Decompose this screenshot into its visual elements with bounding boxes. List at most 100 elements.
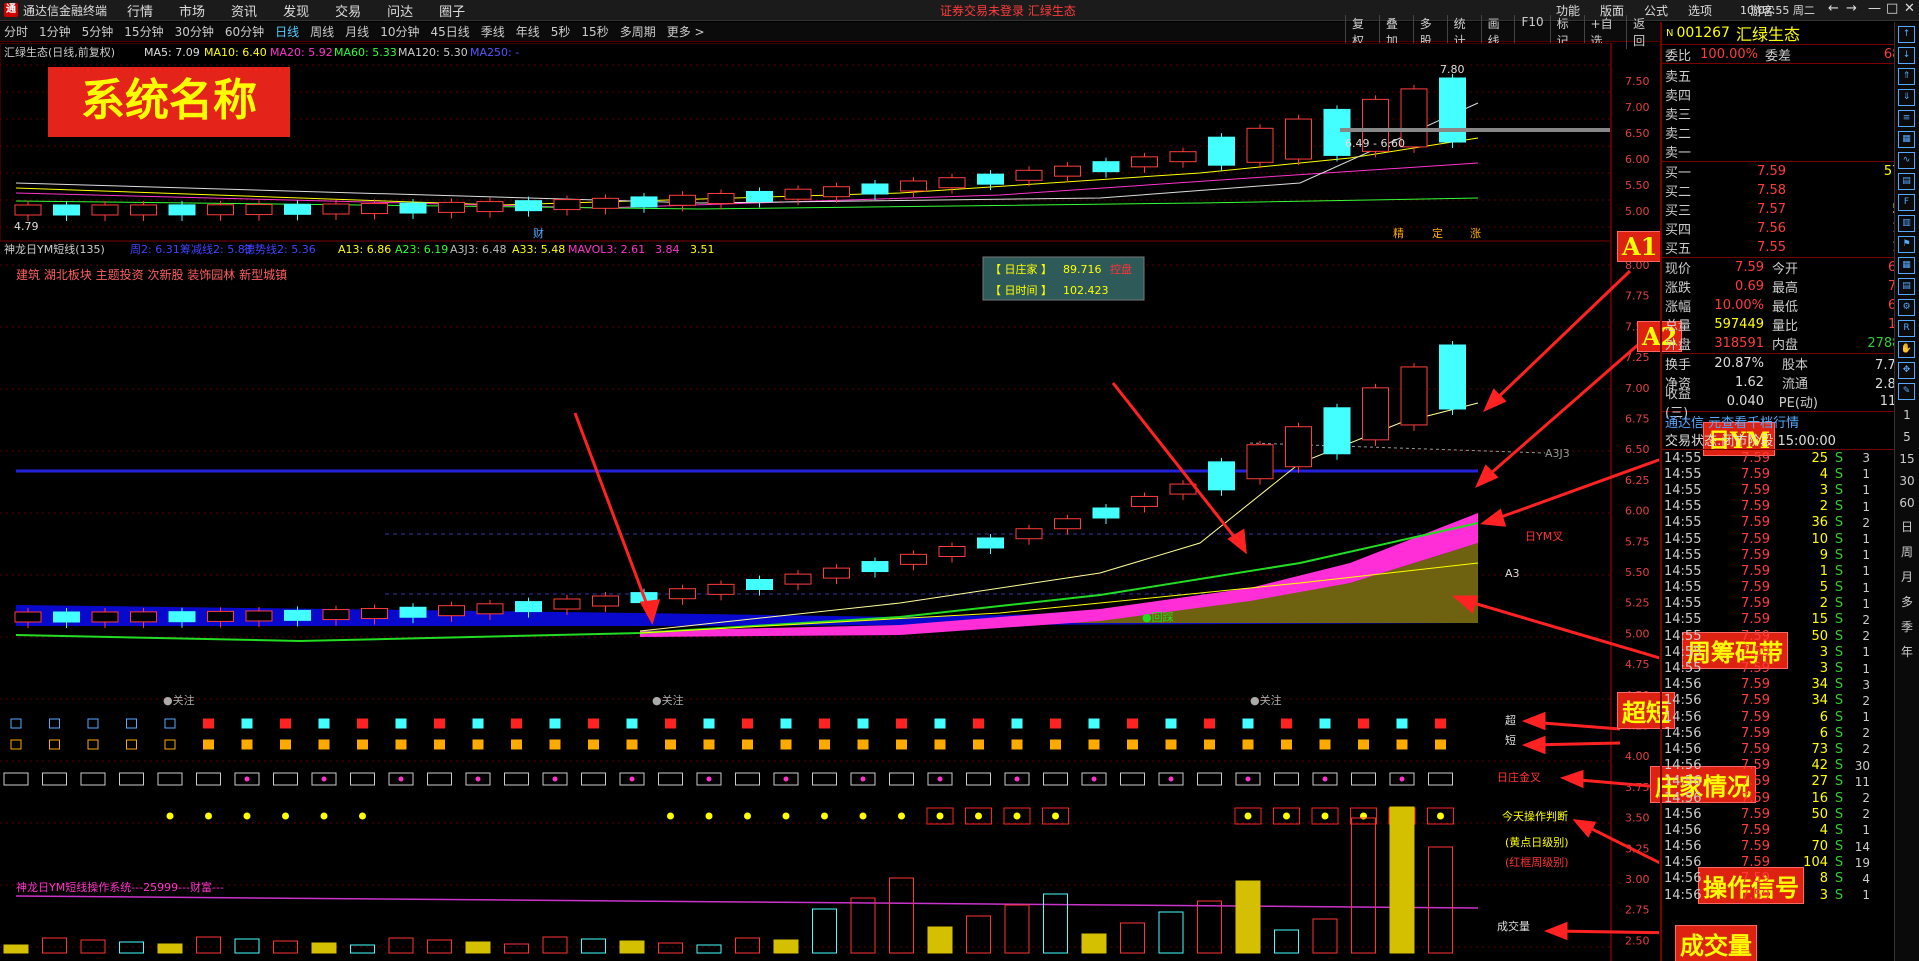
period-shortcut[interactable]: 多 bbox=[1895, 593, 1919, 610]
up-icon[interactable]: ↑ bbox=[1898, 26, 1915, 43]
y-tick-label: 5.50 bbox=[1625, 179, 1650, 192]
stock-name[interactable]: 汇绿生态 bbox=[1736, 21, 1800, 45]
chao-signal bbox=[1242, 718, 1254, 729]
f10-icon[interactable]: F bbox=[1898, 194, 1915, 211]
pen-icon[interactable]: ✎ bbox=[1898, 383, 1915, 400]
menu-market[interactable]: 市场 bbox=[179, 1, 205, 20]
gear-icon[interactable]: ⚙ bbox=[1898, 299, 1915, 316]
down2-icon[interactable]: ⇓ bbox=[1898, 89, 1915, 106]
move-icon[interactable]: ✥ bbox=[1898, 362, 1915, 379]
maximize-icon[interactable]: □ bbox=[1886, 1, 1898, 16]
period-multi[interactable]: 多周期 bbox=[620, 23, 656, 40]
tick-count: 2 bbox=[1862, 693, 1870, 708]
period-60min[interactable]: 60分钟 bbox=[225, 23, 264, 40]
hand-icon[interactable]: ✋ bbox=[1898, 341, 1915, 358]
ind-val-deshi: 德势线2: 5.36 bbox=[244, 242, 316, 256]
tick-time: 14:56 bbox=[1664, 758, 1702, 774]
duan-label: 短 bbox=[1505, 733, 1516, 747]
duan-signal bbox=[1281, 739, 1292, 750]
period-more[interactable]: 更多 > bbox=[667, 23, 705, 40]
line-icon[interactable]: ∿ bbox=[1898, 152, 1915, 169]
period-day[interactable]: 日线 bbox=[275, 23, 299, 40]
period-fenshi[interactable]: 分时 bbox=[4, 23, 28, 40]
promo-link[interactable]: 通达信 元查看千档行情 bbox=[1662, 411, 1919, 431]
duan-signal bbox=[1319, 739, 1331, 750]
chart-icon[interactable]: ▤ bbox=[1898, 173, 1915, 190]
volume-bar bbox=[1274, 929, 1299, 954]
table-icon[interactable]: ▦ bbox=[1898, 257, 1915, 274]
duan-signal bbox=[472, 739, 484, 750]
tick-row: 14:55 7.59 1 S 1 bbox=[1662, 563, 1919, 579]
period-45day[interactable]: 45日线 bbox=[430, 23, 469, 40]
tick-row: 14:56 7.59 73 S 2 bbox=[1662, 741, 1919, 757]
period-shortcut[interactable]: 年 bbox=[1895, 643, 1919, 660]
period-shortcut[interactable]: 30 bbox=[1895, 474, 1919, 488]
period-shortcut[interactable]: 季 bbox=[1895, 618, 1919, 635]
tick-row: 14:55 7.59 5 S 1 bbox=[1662, 580, 1919, 596]
period-shortcut[interactable]: 5 bbox=[1895, 430, 1919, 444]
period-shortcut[interactable]: 15 bbox=[1895, 452, 1919, 466]
volume-bar bbox=[1235, 880, 1261, 954]
period-shortcut[interactable]: 60 bbox=[1895, 496, 1919, 510]
tick-price: 7.59 bbox=[1741, 822, 1770, 838]
period-month[interactable]: 月线 bbox=[345, 23, 369, 40]
menu-options[interactable]: 选项 bbox=[1688, 2, 1712, 19]
login-notice[interactable]: 证券交易未登录 汇绿生态 bbox=[940, 2, 1076, 19]
tick-count: 30 bbox=[1854, 758, 1870, 773]
period-15min[interactable]: 15分钟 bbox=[124, 23, 163, 40]
stat-value: 7.59 bbox=[1735, 260, 1764, 275]
period-1min[interactable]: 1分钟 bbox=[39, 23, 71, 40]
period-shortcut[interactable]: 周 bbox=[1895, 543, 1919, 560]
period-week[interactable]: 周线 bbox=[310, 23, 334, 40]
volume-bar bbox=[504, 943, 529, 954]
menu-circle[interactable]: 圈子 bbox=[439, 1, 465, 20]
period-5s[interactable]: 5秒 bbox=[551, 23, 571, 40]
duan-signal bbox=[1127, 739, 1138, 750]
candle-body bbox=[592, 595, 619, 607]
menu-quotes[interactable]: 行情 bbox=[127, 1, 153, 20]
minimize-icon[interactable]: — bbox=[1868, 1, 1881, 16]
menu-trade[interactable]: 交易 bbox=[335, 1, 361, 20]
list-icon[interactable]: ≡ bbox=[1898, 110, 1915, 127]
menu-news[interactable]: 资讯 bbox=[231, 1, 257, 20]
rsi-icon[interactable]: R bbox=[1898, 320, 1915, 337]
period-15s[interactable]: 15秒 bbox=[581, 23, 608, 40]
duan-signal bbox=[1396, 739, 1408, 750]
duan-signal bbox=[973, 739, 984, 750]
zhuang-box bbox=[350, 772, 375, 786]
tick-side: S bbox=[1834, 515, 1844, 531]
tick-price: 7.59 bbox=[1741, 499, 1770, 515]
menu-ask[interactable]: 问达 bbox=[387, 1, 413, 20]
period-10min[interactable]: 10分钟 bbox=[380, 23, 419, 40]
buy-label: 买三 bbox=[1665, 204, 1692, 219]
back-arrow-icon[interactable]: ← bbox=[1828, 1, 1839, 16]
period-bar: 分时 1分钟 5分钟 15分钟 30分钟 60分钟 日线 周线 月线 10分钟 … bbox=[0, 14, 1660, 49]
sheet-icon[interactable]: ▤ bbox=[1898, 278, 1915, 295]
down-icon[interactable]: ↓ bbox=[1898, 47, 1915, 64]
up2-icon[interactable]: ⇑ bbox=[1898, 68, 1915, 85]
flag-icon[interactable]: ⚑ bbox=[1898, 236, 1915, 253]
close-icon[interactable]: ✕ bbox=[1904, 1, 1915, 16]
tick-list[interactable]: 14:55 7.59 25 S 3 14:55 7.59 4 S 1 14:55 7.59 3 S 1 14:… bbox=[1662, 449, 1919, 903]
candle-body bbox=[476, 603, 504, 615]
period-5min[interactable]: 5分钟 bbox=[82, 23, 114, 40]
period-30min[interactable]: 30分钟 bbox=[175, 23, 214, 40]
tick-time: 14:55 bbox=[1664, 596, 1702, 612]
period-year[interactable]: 年线 bbox=[516, 23, 540, 40]
menu-discover[interactable]: 发现 bbox=[283, 1, 309, 20]
period-shortcut[interactable]: 日 bbox=[1895, 518, 1919, 535]
high-price-label: 7.80 bbox=[1440, 63, 1465, 76]
forward-arrow-icon[interactable]: → bbox=[1846, 1, 1857, 16]
stock-code[interactable]: 001267 bbox=[1676, 25, 1729, 41]
zhuang-dot bbox=[937, 776, 943, 782]
kline-chart[interactable]: 汇绿生态(日线,前复权) MA5: 7.09 MA10: 6.40 MA20: … bbox=[0, 43, 1659, 961]
tick-time: 14:56 bbox=[1664, 887, 1702, 903]
grid-icon[interactable]: ▦ bbox=[1898, 131, 1915, 148]
duan-signal bbox=[1204, 739, 1215, 750]
tooltip-key-time: 【 日时间 】 bbox=[990, 284, 1052, 297]
period-quarter[interactable]: 季线 bbox=[481, 23, 505, 40]
yellow-signal bbox=[1321, 812, 1329, 820]
period-shortcut[interactable]: 月 bbox=[1895, 568, 1919, 585]
period-shortcut[interactable]: 1 bbox=[1895, 408, 1919, 422]
cal-icon[interactable]: ▥ bbox=[1898, 215, 1915, 232]
